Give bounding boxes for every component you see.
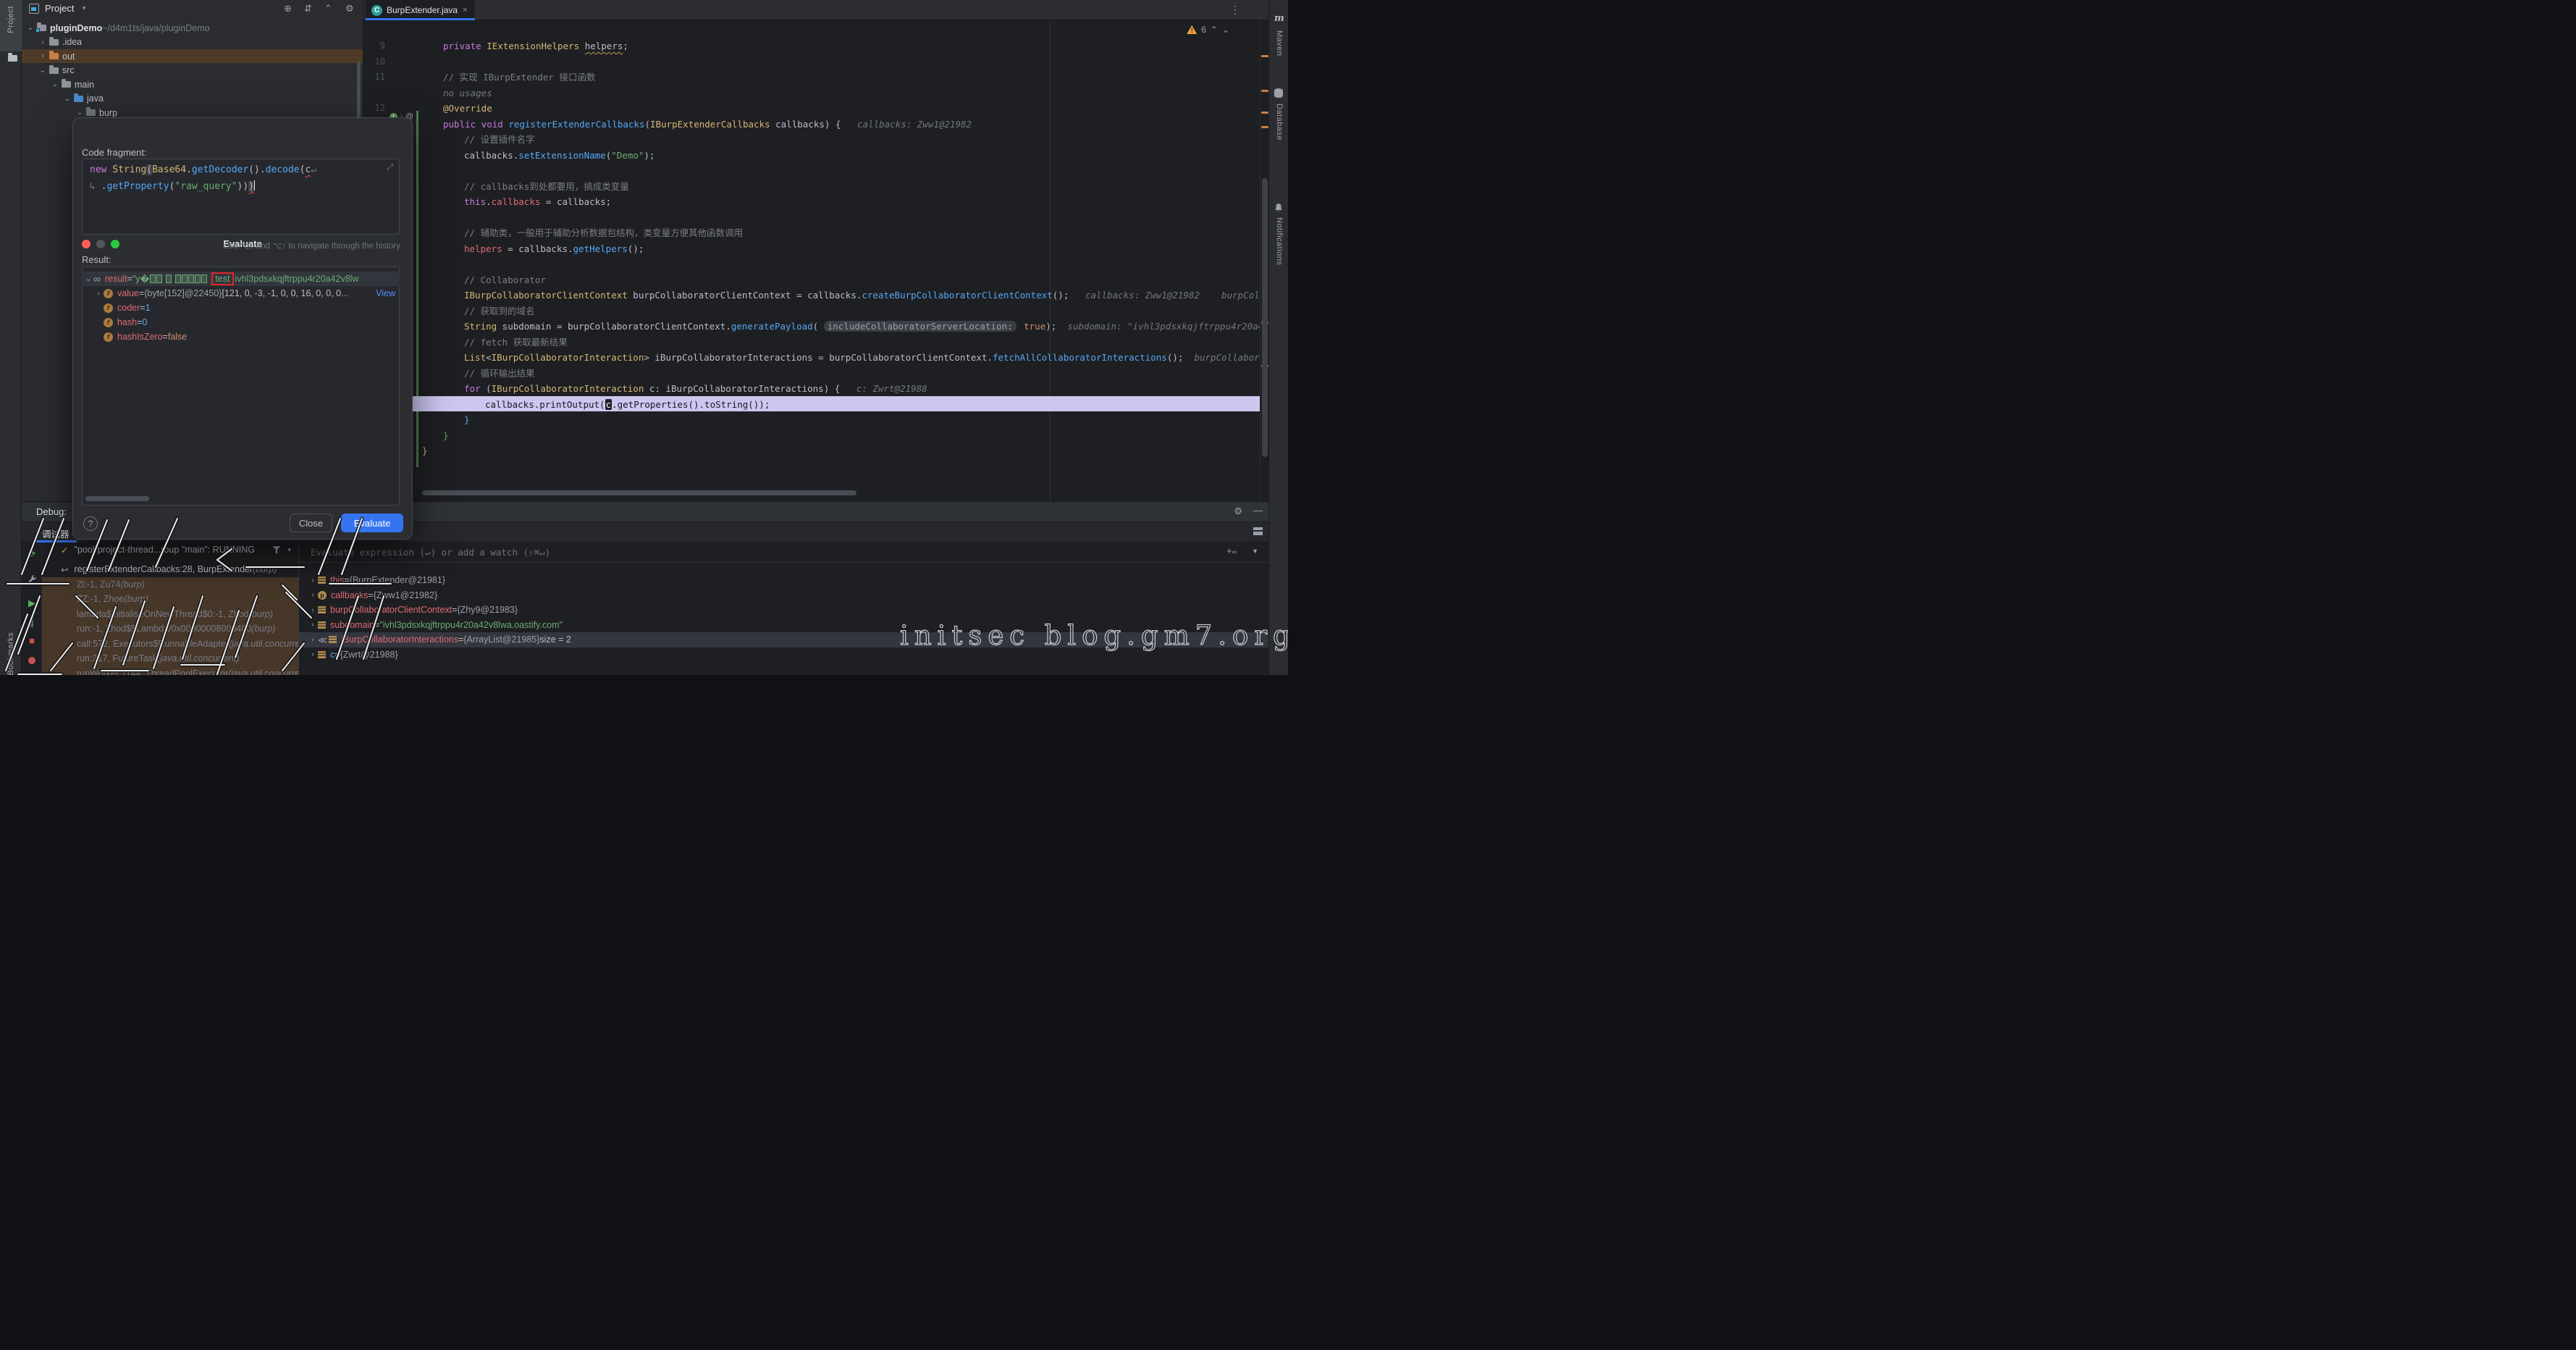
tool-stripe-maven[interactable]: Maven [1275, 30, 1284, 56]
result-tree[interactable]: ⌄∞result = "y�testivhl3pdsxkqjftrppu4r20… [82, 267, 400, 506]
code-line: // callbacks到处都要用，搞成类变量 [464, 179, 629, 195]
tool-stripe-project[interactable]: Project [0, 0, 22, 51]
tree-item-out[interactable]: ›out [22, 49, 363, 63]
code-fragment-editor[interactable]: new String(Base64.getDecoder().decode(c↵… [82, 159, 400, 235]
tree-item-java[interactable]: ⌄java [22, 92, 363, 106]
error-stripe-mark[interactable] [1261, 90, 1268, 92]
code-line: IBurpCollaboratorClientContext burpColla… [464, 288, 1260, 303]
error-stripe-mark[interactable] [1261, 55, 1268, 57]
gutter-line-number[interactable]: 10 [363, 56, 385, 67]
expand-all-button[interactable]: ⇵ [304, 3, 312, 14]
blog-watermark: initsec blog.gm7.org [900, 620, 1288, 651]
code-line: } [422, 443, 428, 459]
error-stripe[interactable] [1260, 20, 1268, 501]
code-line: // 循环输出结果 [464, 366, 535, 382]
right-margin-guide [1050, 20, 1051, 501]
settings-button[interactable]: ⚙ [345, 3, 354, 14]
annotation-red-box: test [211, 272, 233, 285]
code-line: // fetch 获取最新结果 [464, 335, 568, 351]
result-row[interactable]: ⌄∞result = "y�testivhl3pdsxkqjftrppu4r20… [83, 272, 400, 286]
variable-row-burpCollaboratorClientContext[interactable]: ›burpCollaboratorClientContext = {Zhy9@2… [299, 603, 1268, 618]
code-line: // 获取到的域名 [464, 303, 535, 319]
right-tool-stripe: m Maven Database Notifications [1268, 0, 1288, 675]
tab-burpextender-java[interactable]: C BurpExtender.java ✕ [366, 0, 475, 20]
collapse-all-button[interactable]: ⌃ [324, 3, 332, 14]
editor-tab-bar: C BurpExtender.java ✕ ⋮ [363, 0, 1288, 20]
code-line: no usages [443, 85, 492, 101]
tree-item-src[interactable]: ⌄src [22, 64, 363, 77]
code-line: public void registerExtenderCallbacks(IB… [443, 117, 972, 133]
history-hint: Use ⌥↓ and ⌥↑ to navigate through the hi… [223, 240, 400, 251]
tool-stripe-notifications[interactable]: Notifications [1275, 217, 1284, 265]
debug-minimize-icon[interactable]: — [1253, 505, 1263, 516]
result-child-row[interactable]: ›fvalue = {byte[152]@22450} [121, 0, -3,… [83, 286, 400, 301]
code-fragment-label: Code fragment: [82, 147, 147, 158]
inspections-widget[interactable]: ! 6 ⌃ ⌄ [1187, 25, 1229, 35]
variable-row-callbacks[interactable]: ›pcallbacks = {Zww1@21982} [299, 588, 1268, 603]
error-stripe-mark[interactable] [1261, 112, 1268, 114]
locate-button[interactable]: ⊕ [284, 3, 292, 14]
code-line: callbacks.printOutput(c.getProperties().… [485, 397, 770, 413]
code-line: } [464, 412, 470, 428]
warning-icon: ! [1187, 25, 1197, 34]
ide-window: Project Bookmarks Project ▾ ⊕ ⇵ ⌃ ⚙ — ⌄p… [0, 0, 1288, 675]
database-icon[interactable] [1274, 88, 1283, 98]
gutter-line-number[interactable]: 12 [363, 103, 385, 113]
project-view-icon [29, 4, 39, 14]
project-panel-header: Project ▾ ⊕ ⇵ ⌃ ⚙ — [22, 0, 363, 18]
tree-item-main[interactable]: ⌄main [22, 77, 363, 91]
project-folder-icon[interactable] [6, 55, 21, 62]
tool-stripe-database[interactable]: Database [1275, 104, 1284, 141]
error-stripe-mark[interactable] [1261, 126, 1268, 128]
variable-row-this[interactable]: ›this = {BurpExtender@21981} [299, 573, 1268, 588]
code-line: String subdomain = burpCollaboratorClien… [464, 319, 1260, 335]
code-line: callbacks.setExtensionName("Demo"); [464, 148, 654, 164]
warning-count: 6 [1201, 25, 1206, 35]
code-line: // 实现 IBurpExtender 接口函数 [443, 70, 595, 85]
ascii-art-watermark [0, 498, 405, 675]
result-label: Result: [82, 254, 111, 265]
project-view-title[interactable]: Project [45, 3, 74, 14]
maven-logo-icon[interactable]: m [1274, 13, 1284, 24]
code-line: 1 usage [443, 20, 481, 23]
gutter-line-number[interactable]: 11 [363, 72, 385, 82]
code-line: // Collaborator [464, 272, 546, 288]
variables-panel: ›this = {BurpExtender@21981}›pcallbacks … [298, 542, 1268, 675]
prev-problem-icon[interactable]: ⌃ [1211, 25, 1218, 35]
code-line: // 辅助类，一般用于辅助分析数据包结构，类变量方便其他函数调用 [464, 225, 743, 241]
tree-item-pluginDemo[interactable]: ⌄pluginDemo ~/d4m1ts/java/pluginDemo [22, 21, 363, 35]
next-problem-icon[interactable]: ⌄ [1222, 25, 1229, 35]
chevron-down-icon[interactable]: ▾ [83, 4, 86, 12]
code-line: List<IBurpCollaboratorInteraction> iBurp… [464, 350, 1260, 366]
vcs-change-stripe [416, 111, 418, 467]
code-editor[interactable]: 1 usage private IExtensionHelpers helpers… [363, 20, 1260, 501]
editor-vscrollbar[interactable] [1262, 178, 1268, 457]
code-line: // 设置插件名字 [464, 132, 535, 148]
code-line: helpers = callbacks.getHelpers(); [464, 241, 644, 257]
result-child-row[interactable]: fcoder = 1 [83, 301, 400, 315]
text-caret [254, 180, 256, 190]
layout-settings-icon[interactable] [1253, 527, 1263, 535]
code-line: } [443, 428, 449, 444]
kebab-menu-icon[interactable]: ⋮ [1230, 4, 1240, 16]
project-scrollbar[interactable] [357, 62, 361, 120]
tab-close-icon[interactable]: ✕ [462, 7, 468, 14]
tab-title: BurpExtender.java [387, 5, 458, 15]
gutter-line-number[interactable]: 9 [363, 41, 385, 51]
code-line: private IExtensionHelpers helpers; [443, 38, 628, 54]
code-line: @Override [443, 101, 492, 117]
expand-editor-icon[interactable]: ⤢ [387, 163, 393, 172]
editor-hscrollbar[interactable] [422, 490, 856, 495]
debug-settings-gear-icon[interactable]: ⚙ [1234, 506, 1242, 517]
code-line: this.callbacks = callbacks; [464, 194, 611, 210]
result-child-row[interactable]: fhashIsZero = false [83, 330, 400, 344]
view-link[interactable]: View [376, 288, 395, 298]
bell-icon[interactable] [1274, 203, 1284, 213]
evaluate-dialog: Evaluate Code fragment: new String(Base6… [72, 117, 413, 540]
code-line: for (IBurpCollaboratorInteraction c: iBu… [464, 381, 927, 397]
tree-item-idea[interactable]: ›.idea [22, 35, 363, 49]
java-class-icon: C [371, 5, 382, 16]
result-child-row[interactable]: fhash = 0 [83, 315, 400, 330]
